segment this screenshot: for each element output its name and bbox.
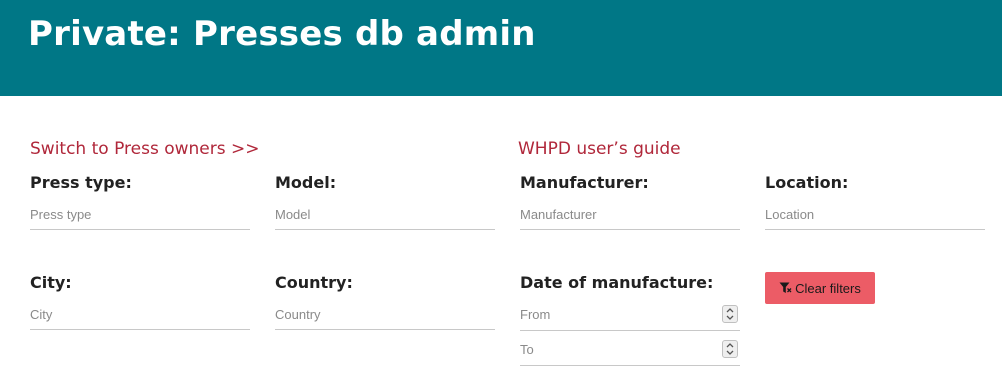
spinner-up-down-icon	[726, 343, 734, 355]
switch-to-press-owners-link[interactable]: Switch to Press owners >>	[30, 139, 260, 159]
date-to-input[interactable]	[520, 334, 710, 364]
press-type-input[interactable]	[30, 200, 250, 230]
spinner-up-down-icon	[726, 308, 734, 320]
location-input[interactable]	[765, 200, 985, 230]
page-title: Private: Presses db admin	[28, 14, 536, 54]
press-type-label: Press type:	[30, 173, 132, 192]
country-label: Country:	[275, 273, 353, 292]
filter-clear-icon	[779, 282, 792, 293]
date-to-field	[520, 334, 740, 366]
city-label: City:	[30, 273, 72, 292]
date-to-spinner[interactable]	[722, 340, 738, 358]
country-input[interactable]	[275, 300, 495, 330]
user-guide-link[interactable]: WHPD user’s guide	[518, 139, 681, 159]
clear-filters-button[interactable]: Clear filters	[765, 272, 875, 304]
date-from-input[interactable]	[520, 299, 710, 329]
date-from-field	[520, 299, 740, 331]
location-label: Location:	[765, 173, 849, 192]
date-of-manufacture-label: Date of manufacture:	[520, 273, 714, 292]
manufacturer-input[interactable]	[520, 200, 740, 230]
clear-filters-label: Clear filters	[795, 280, 861, 296]
city-input[interactable]	[30, 300, 250, 330]
model-input[interactable]	[275, 200, 495, 230]
model-label: Model:	[275, 173, 337, 192]
date-from-spinner[interactable]	[722, 305, 738, 323]
manufacturer-label: Manufacturer:	[520, 173, 649, 192]
page-header: Private: Presses db admin	[0, 0, 1002, 96]
